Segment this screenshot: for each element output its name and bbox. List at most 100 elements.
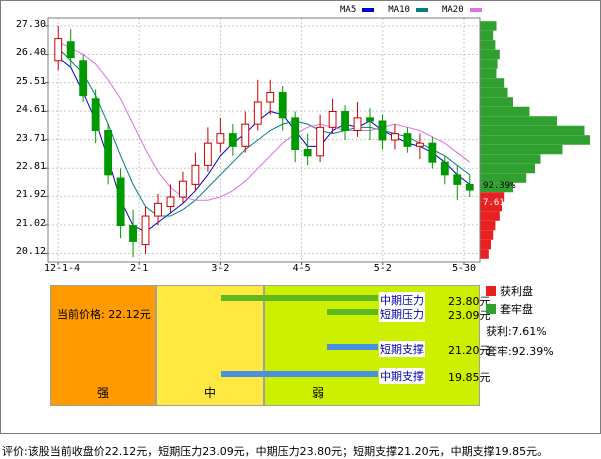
trapped-pct-label: 92.39% [483, 181, 516, 191]
candle-up [241, 123, 250, 147]
y-tick-label: 21.02 [15, 217, 46, 229]
chip-bar-trapped [480, 116, 557, 126]
y-tick-label: 23.71 [15, 132, 46, 144]
trapped-stat: 套牢:92.39% [486, 345, 554, 358]
candle-up [179, 180, 187, 198]
chip-distribution [480, 21, 590, 259]
legend-ma20-swatch [469, 7, 482, 12]
chip-bar-profit [480, 230, 494, 240]
short-support-name: 短期支撑 [379, 341, 425, 357]
trapped-legend-item: 套牢盘 [486, 301, 533, 317]
candle-down [91, 98, 100, 131]
y-tick-label: 26.40 [15, 47, 46, 59]
candle-down [341, 110, 349, 131]
zone-mid-label: 中 [203, 386, 216, 400]
chip-bar-trapped [480, 163, 535, 174]
chip-bar-trapped [480, 154, 541, 164]
x-tick-label: 5-30 [451, 263, 477, 274]
candle-up [166, 196, 175, 208]
zone-weak-label: 弱 [311, 386, 324, 400]
candle-up [253, 101, 262, 125]
candle-up [328, 110, 337, 128]
chip-bar-profit [480, 220, 496, 231]
candle-down [403, 133, 412, 147]
y-tick-label: 22.81 [15, 161, 46, 173]
legend-ma20-label: MA20 [441, 5, 464, 15]
chip-bar-profit [480, 239, 491, 250]
chip-bar-trapped [480, 30, 494, 41]
current-price: 当前价格: 22.12元 [57, 308, 151, 321]
candle-up [203, 142, 212, 166]
short-resistance-price: 23.09元 [448, 309, 491, 322]
x-tick-label: 4-5 [292, 263, 311, 274]
chip-bar-trapped [480, 78, 505, 88]
candle-down [66, 41, 75, 59]
chip-bar-trapped [480, 106, 530, 117]
profit-pct-label: 7.61% [483, 198, 511, 208]
mid-support-price: 19.85元 [448, 371, 491, 384]
candle-down [366, 117, 374, 122]
candle-up [391, 133, 399, 141]
candle-up [266, 91, 275, 103]
candle-down [428, 142, 437, 163]
short-support-bar [327, 344, 378, 350]
candle-down [291, 117, 300, 151]
candle-down [79, 60, 88, 97]
candle-up [154, 202, 162, 217]
candle-down [378, 120, 387, 141]
short-support-price: 21.20元 [448, 344, 491, 357]
short-resistance-name: 短期压力 [379, 306, 425, 322]
profit-swatch [486, 286, 496, 296]
chip-bar-trapped [480, 49, 500, 60]
y-tick-label: 20.12 [15, 246, 46, 258]
chip-bar-trapped [480, 59, 498, 69]
y-tick-label: 21.92 [15, 189, 46, 201]
candle-down [228, 133, 237, 147]
chip-bar-trapped [480, 21, 497, 31]
legend-ma5-swatch [362, 7, 375, 12]
candle-up [316, 126, 325, 157]
chip-bar-trapped [480, 97, 513, 107]
candle-up [191, 164, 200, 185]
candle-down [116, 177, 125, 227]
ma-legend: MA5 MA10 MA20 [340, 5, 496, 15]
profit-legend-label: 获利盘 [500, 285, 533, 298]
x-tick-label: 3-2 [211, 263, 230, 274]
chip-bar-trapped [480, 144, 563, 155]
chip-bar-trapped [480, 40, 496, 50]
chip-bar-profit [480, 211, 500, 221]
mid-support-bar [221, 371, 378, 377]
candle-down [303, 149, 312, 157]
mid-support-name: 中期支撑 [379, 368, 425, 384]
legend-ma10-swatch [415, 7, 428, 12]
candle-up [353, 117, 362, 131]
chip-bar-trapped [480, 125, 585, 136]
candle-down [440, 161, 449, 176]
candle-down [104, 129, 113, 176]
evaluation-text: 评价:该股当前收盘价22.12元，短期压力23.09元，中期压力23.80元；短… [2, 445, 549, 458]
mid-resistance-bar [221, 295, 378, 301]
y-tick-label: 27.30 [15, 18, 46, 30]
zone-strong-label: 强 [96, 386, 109, 400]
candle-down [278, 91, 287, 119]
legend-ma10-label: MA10 [388, 5, 410, 15]
trapped-legend-label: 套牢盘 [500, 303, 533, 316]
trapped-swatch [486, 304, 496, 314]
candle-up [415, 142, 424, 147]
x-tick-label: 12-1-4 [44, 263, 81, 274]
chip-bar-trapped [480, 87, 508, 98]
candle-down [129, 225, 137, 242]
y-tick-label: 24.61 [15, 104, 46, 116]
ma-line-ma20 [58, 41, 471, 201]
candle-up [54, 38, 63, 62]
zone-mid: 中 [156, 285, 264, 406]
zone-strong: 强 [50, 285, 156, 406]
short-resistance-bar [327, 309, 378, 315]
profit-legend-item: 获利盘 [486, 283, 533, 299]
candles [54, 25, 474, 258]
y-tick-label: 25.51 [15, 75, 46, 87]
x-tick-label: 2-1 [130, 263, 149, 274]
chip-bar-trapped [480, 68, 497, 79]
candle-up [141, 215, 150, 246]
profit-stat: 获利:7.61% [486, 325, 547, 338]
